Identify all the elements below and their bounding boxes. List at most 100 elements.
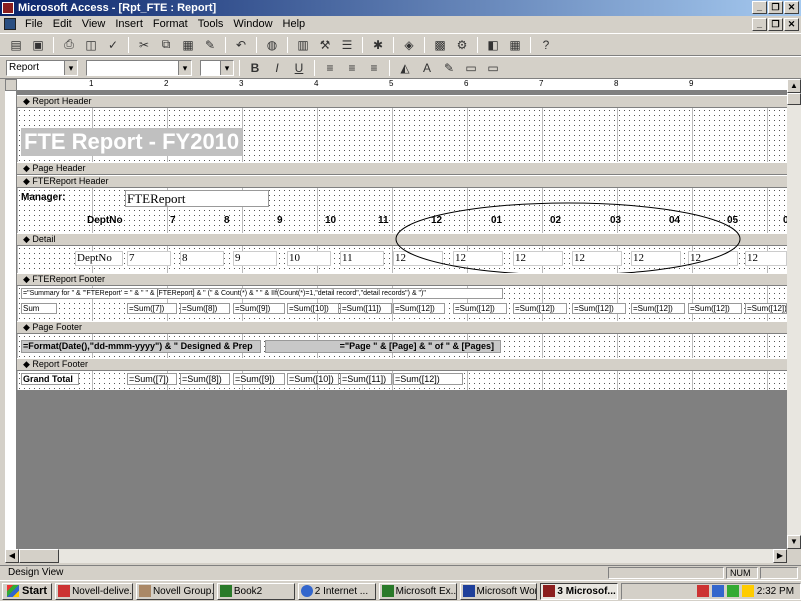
scroll-thumb-horizontal[interactable]: [19, 549, 59, 563]
title-bar[interactable]: Microsoft Access - [Rpt_FTE : Report] _ …: [0, 0, 801, 16]
sum-field[interactable]: =Sum([12]): [513, 303, 567, 314]
date-expression[interactable]: =Format(Date(),"dd-mmm-yyyy") & " Design…: [21, 340, 261, 353]
autoformat-icon[interactable]: ✱: [368, 36, 388, 54]
font-combo[interactable]: [86, 59, 192, 76]
line-color-icon[interactable]: ✎: [439, 59, 459, 77]
value-field[interactable]: 8: [180, 251, 224, 266]
restore-button[interactable]: ❐: [768, 1, 783, 14]
sum-field[interactable]: =Sum([12]): [572, 303, 626, 314]
line-width-icon[interactable]: ▭: [461, 59, 481, 77]
sum-field[interactable]: =Sum([7]): [127, 303, 177, 314]
sum-field[interactable]: =Sum([8]): [180, 303, 230, 314]
scroll-down-icon[interactable]: ▼: [787, 535, 801, 549]
build-icon[interactable]: ⚙: [452, 36, 472, 54]
sum-field[interactable]: =Sum([12]): [745, 303, 787, 314]
special-effect-icon[interactable]: ▭: [483, 59, 503, 77]
clock[interactable]: 2:32 PM: [757, 586, 794, 597]
format-painter-icon[interactable]: ✎: [200, 36, 220, 54]
dept-field[interactable]: DeptNo: [75, 251, 123, 266]
copy-icon[interactable]: ⧉: [156, 36, 176, 54]
help-icon[interactable]: ?: [536, 36, 556, 54]
grand-sum-field[interactable]: =Sum([8]): [180, 373, 230, 385]
section-bar-page-footer[interactable]: ◆ Page Footer: [17, 321, 787, 334]
select-report-box[interactable]: [5, 79, 17, 91]
task-novell-group[interactable]: Novell Group...: [135, 582, 214, 600]
bold-button[interactable]: B: [245, 59, 265, 77]
section-bar-page-header[interactable]: ◆ Page Header: [17, 162, 787, 175]
grand-sum-field[interactable]: =Sum([10]): [287, 373, 339, 385]
scroll-thumb[interactable]: [787, 93, 801, 105]
group-footer-section[interactable]: ="Summary for " & "'FTEReport' = " & " "…: [17, 286, 787, 321]
fill-color-icon[interactable]: ◭: [395, 59, 415, 77]
tray-icon[interactable]: [711, 585, 724, 597]
task-microsoft-word[interactable]: Microsoft Word: [459, 582, 538, 600]
task-novell-delivery[interactable]: Novell-delive...: [55, 582, 133, 600]
value-field[interactable]: 12: [745, 251, 787, 266]
manager-label[interactable]: Manager:: [21, 192, 65, 203]
report-footer-section[interactable]: Grand Total =Sum([7]) =Sum([8]) =Sum([9]…: [17, 371, 787, 390]
col-label[interactable]: 8: [224, 215, 230, 226]
close-button[interactable]: ✕: [784, 1, 799, 14]
dept-label[interactable]: DeptNo: [87, 215, 123, 226]
menu-file[interactable]: File: [20, 16, 48, 33]
sum-label[interactable]: Sum: [21, 303, 57, 314]
tray-icon[interactable]: [741, 585, 754, 597]
menu-format[interactable]: Format: [148, 16, 193, 33]
value-field[interactable]: 10: [287, 251, 331, 266]
menu-view[interactable]: View: [77, 16, 111, 33]
object-combo[interactable]: Report: [6, 59, 78, 76]
report-header-section[interactable]: FTE Report - FY2010: [17, 108, 787, 162]
grand-sum-field[interactable]: =Sum([7]): [127, 373, 177, 385]
field-list-icon[interactable]: ▥: [293, 36, 313, 54]
menu-tools[interactable]: Tools: [193, 16, 229, 33]
print-icon[interactable]: ⎙: [59, 36, 79, 54]
task-internet[interactable]: 2 Internet ...: [297, 582, 376, 600]
database-window-icon[interactable]: ◧: [483, 36, 503, 54]
col-label[interactable]: 10: [325, 215, 336, 226]
sum-field[interactable]: =Sum([12]): [688, 303, 742, 314]
align-left-icon[interactable]: ≡: [320, 59, 340, 77]
menu-window[interactable]: Window: [228, 16, 277, 33]
underline-button[interactable]: U: [289, 59, 309, 77]
value-field[interactable]: 11: [340, 251, 384, 266]
doc-close-button[interactable]: ✕: [784, 18, 799, 31]
minimize-button[interactable]: _: [752, 1, 767, 14]
grand-sum-field[interactable]: =Sum([12]): [393, 373, 463, 385]
font-size-combo[interactable]: [200, 59, 234, 76]
italic-button[interactable]: I: [267, 59, 287, 77]
new-object-icon[interactable]: ▦: [505, 36, 525, 54]
code-icon[interactable]: ◈: [399, 36, 419, 54]
tray-icon[interactable]: [726, 585, 739, 597]
vertical-scrollbar[interactable]: ▲ ▼: [787, 79, 801, 549]
summary-expression[interactable]: ="Summary for " & "'FTEReport' = " & " "…: [21, 288, 503, 299]
spelling-icon[interactable]: ✓: [103, 36, 123, 54]
sum-field[interactable]: =Sum([12]): [631, 303, 685, 314]
col-label[interactable]: 7: [170, 215, 176, 226]
sorting-grouping-icon[interactable]: ☰: [337, 36, 357, 54]
toolbox-icon[interactable]: ⚒: [315, 36, 335, 54]
section-bar-report-footer[interactable]: ◆ Report Footer: [17, 358, 787, 371]
align-right-icon[interactable]: ≡: [364, 59, 384, 77]
col-label[interactable]: 11: [378, 215, 389, 226]
save-icon[interactable]: ▣: [28, 36, 48, 54]
menu-edit[interactable]: Edit: [48, 16, 77, 33]
task-microsoft-access[interactable]: 3 Microsof...: [540, 582, 619, 600]
sum-field[interactable]: =Sum([12]): [453, 303, 507, 314]
cut-icon[interactable]: ✂: [134, 36, 154, 54]
menu-insert[interactable]: Insert: [110, 16, 148, 33]
report-title[interactable]: FTE Report - FY2010: [21, 128, 243, 156]
section-bar-group-header[interactable]: ◆ FTEReport Header: [17, 175, 787, 188]
manager-field[interactable]: FTEReport: [125, 190, 269, 207]
menu-help[interactable]: Help: [278, 16, 311, 33]
task-book2[interactable]: Book2: [216, 582, 295, 600]
grand-sum-field[interactable]: =Sum([11]): [340, 373, 392, 385]
sum-field[interactable]: =Sum([11]): [340, 303, 392, 314]
print-preview-icon[interactable]: ◫: [81, 36, 101, 54]
section-bar-group-footer[interactable]: ◆ FTEReport Footer: [17, 273, 787, 286]
font-color-icon[interactable]: A: [417, 59, 437, 77]
align-center-icon[interactable]: ≡: [342, 59, 362, 77]
sum-field[interactable]: =Sum([10]): [287, 303, 339, 314]
undo-icon[interactable]: ↶: [231, 36, 251, 54]
scroll-right-icon[interactable]: ▶: [773, 549, 787, 563]
value-field[interactable]: 9: [233, 251, 277, 266]
